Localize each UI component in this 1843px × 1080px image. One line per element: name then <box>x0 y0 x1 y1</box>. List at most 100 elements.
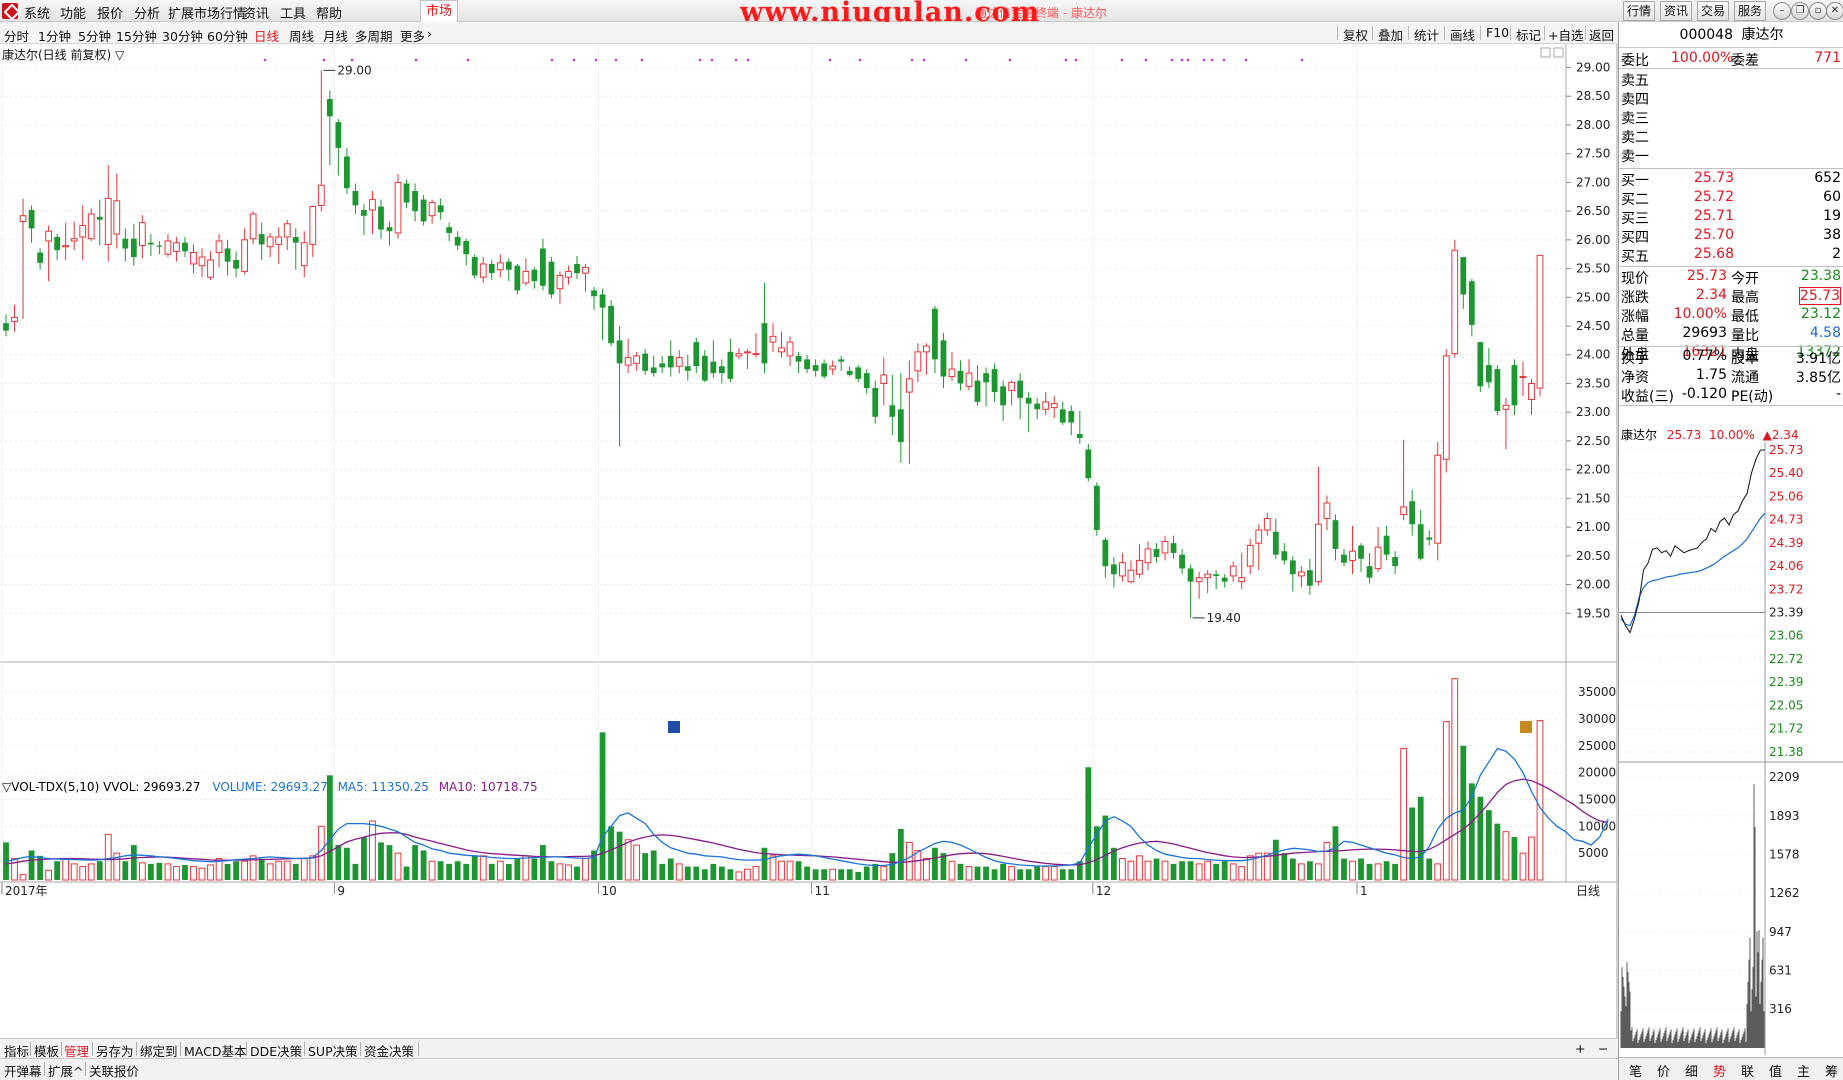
top-button-news[interactable]: 资讯 <box>1660 1 1692 21</box>
vol-indicator-name[interactable]: ▽VOL-TDX(5,10) <box>2 780 99 794</box>
buy-level-row[interactable]: 买一 25.73 652 <box>1619 170 1843 189</box>
menu-tools[interactable]: 工具 <box>280 3 306 22</box>
panel-tab-0[interactable]: 笔 <box>1629 1061 1642 1080</box>
candle-body-down <box>1102 539 1109 567</box>
menu-function[interactable]: 功能 <box>60 3 86 22</box>
tool-stats[interactable]: 统计 <box>1414 25 1439 44</box>
period-60min[interactable]: 60分钟 <box>207 26 248 45</box>
period-15min[interactable]: 15分钟 <box>116 26 157 45</box>
volume-bar-down <box>897 829 904 880</box>
buy-level-row[interactable]: 买二 25.72 60 <box>1619 189 1843 208</box>
kline-chart-svg[interactable]: 29.00 28.50 28.00 27.50 27.00 26.50 26.00 25.50… <box>0 44 1618 1038</box>
buy-level-row[interactable]: 买三 25.71 19 <box>1619 208 1843 227</box>
restore-icon[interactable]: ❐ <box>1791 2 1809 20</box>
period-weekly[interactable]: 周线 <box>289 26 314 45</box>
sell-level-row[interactable]: 卖四 <box>1619 89 1843 108</box>
candle-body-up <box>905 378 913 393</box>
tool-add-watchlist[interactable]: +自选 <box>1548 25 1583 44</box>
mini-chart-title: 康达尔 25.73 10.00% ▲2.34 <box>1621 426 1799 443</box>
candle-body-up <box>190 251 197 265</box>
intraday-mini-chart[interactable]: 25.73 25.40 25.06 24.73 24.39 24.06 23.72 23.39… <box>1619 442 1843 1055</box>
top-button-trade[interactable]: 交易 <box>1697 1 1729 21</box>
sell-level-row[interactable]: 卖一 <box>1619 146 1843 165</box>
period-multi[interactable]: 多周期 <box>355 26 393 45</box>
chart-title[interactable]: 康达尔(日线 前复权) ▽ <box>2 46 124 63</box>
minimize-icon[interactable]: – <box>1773 2 1791 20</box>
sell-level-row[interactable]: 卖五 <box>1619 70 1843 89</box>
info-marker-dot <box>698 58 702 62</box>
period-monthly[interactable]: 月线 <box>323 26 348 45</box>
candle-body-down <box>1341 554 1347 563</box>
volume-bar-down <box>1383 861 1390 880</box>
menu-system[interactable]: 系统 <box>24 3 50 22</box>
zoom-in-icon[interactable]: + <box>1575 1041 1585 1056</box>
volume-bar-down <box>1153 858 1160 880</box>
tool-back[interactable]: 返回 <box>1589 25 1614 44</box>
menu-extended-market[interactable]: 扩展市场行情 <box>168 3 246 22</box>
stock-header: 000048 康达尔 <box>1619 22 1843 48</box>
candle-body-down <box>378 206 384 230</box>
volume-bar-down <box>616 831 623 880</box>
period-30min[interactable]: 30分钟 <box>162 26 203 45</box>
buy-level-row[interactable]: 买五 25.68 2 <box>1619 246 1843 265</box>
kline-chart-area[interactable]: 29.00 28.50 28.00 27.50 27.00 26.50 26.00 25.50… <box>0 44 1618 1038</box>
menu-quote[interactable]: 报价 <box>97 3 123 22</box>
tab-divider <box>44 1062 45 1076</box>
zoom-out-icon[interactable]: − <box>1598 1041 1608 1056</box>
volume-bar-up <box>1536 720 1544 881</box>
panel-tab-2[interactable]: 细 <box>1685 1061 1698 1080</box>
candle-body-up <box>1246 544 1254 567</box>
tool-adjust[interactable]: 复权 <box>1343 25 1368 44</box>
candle-body-up <box>1315 523 1322 583</box>
price-tick-label: 24.50 <box>1576 319 1610 333</box>
panel-tab-1[interactable]: 价 <box>1657 1061 1670 1080</box>
tab-extend[interactable]: 扩展^ <box>48 1061 83 1080</box>
candle-body-down <box>1392 556 1399 567</box>
sell-level-row[interactable]: 卖二 <box>1619 127 1843 146</box>
candle-body-up <box>317 184 325 206</box>
candle-body-up <box>1136 559 1143 575</box>
period-more[interactable]: 更多 <box>400 26 425 45</box>
menu-analysis[interactable]: 分析 <box>134 3 160 22</box>
chevron-right-icon[interactable]: › <box>427 26 432 41</box>
weicha-value: 771 <box>1814 50 1841 66</box>
panel-tab-7[interactable]: 筹 <box>1825 1061 1838 1080</box>
candle-body-down <box>130 238 137 258</box>
period-tick[interactable]: 分时 <box>4 26 29 45</box>
fundamental-value: 0.77% <box>1682 348 1727 364</box>
tab-danmaku[interactable]: 开弹幕 <box>4 1061 42 1080</box>
buy-level-row[interactable]: 买四 25.70 38 <box>1619 227 1843 246</box>
volume-bar-down <box>130 845 137 880</box>
volume-bar-up <box>582 858 589 881</box>
menu-market-tab[interactable]: 市场 <box>420 0 458 22</box>
order-level-label: 买二 <box>1621 192 1649 208</box>
volume-bar-down <box>122 861 129 880</box>
volume-bar-up <box>87 863 95 881</box>
tab-related-quote[interactable]: 关联报价 <box>89 1061 139 1080</box>
tool-f10[interactable]: F10 <box>1486 25 1509 40</box>
candle-body-down <box>1289 560 1296 575</box>
menu-help[interactable]: 帮助 <box>316 3 342 22</box>
period-5min[interactable]: 5分钟 <box>78 26 111 45</box>
stock-name: 康达尔 <box>1741 27 1784 43</box>
tool-mark[interactable]: 标记 <box>1516 25 1541 44</box>
candle-body-up <box>1042 401 1050 410</box>
panel-tab-4[interactable]: 联 <box>1741 1061 1754 1080</box>
panel-tab-3[interactable]: 势 <box>1713 1061 1726 1080</box>
top-button-quote[interactable]: 行情 <box>1623 1 1655 21</box>
tool-overlay[interactable]: 叠加 <box>1378 25 1403 44</box>
toolbar-divider <box>1585 26 1586 40</box>
panel-tab-5[interactable]: 值 <box>1769 1061 1782 1080</box>
candle-body-down <box>1085 449 1092 479</box>
panel-tab-6[interactable]: 主 <box>1797 1061 1810 1080</box>
menu-news[interactable]: 资讯 <box>243 3 269 22</box>
tool-draw[interactable]: 画线 <box>1450 25 1475 44</box>
period-daily[interactable]: 日线 <box>254 26 279 45</box>
top-button-service[interactable]: 服务 <box>1734 1 1766 21</box>
sell-level-row[interactable]: 卖三 <box>1619 108 1843 127</box>
close-icon[interactable]: ✕ <box>1826 2 1843 20</box>
indicator-tabs-bar: 指标 模板 管理 另存为 绑定到 MACD基本 DDE决策 SUP决策 资金决策… <box>0 1038 1618 1060</box>
period-1min[interactable]: 1分钟 <box>38 26 71 45</box>
volume-indicator-header[interactable]: ▽VOL-TDX(5,10) VVOL: 29693.27 VOLUME: 29… <box>2 780 538 794</box>
restore-down-icon[interactable]: ▫ <box>1809 2 1827 20</box>
